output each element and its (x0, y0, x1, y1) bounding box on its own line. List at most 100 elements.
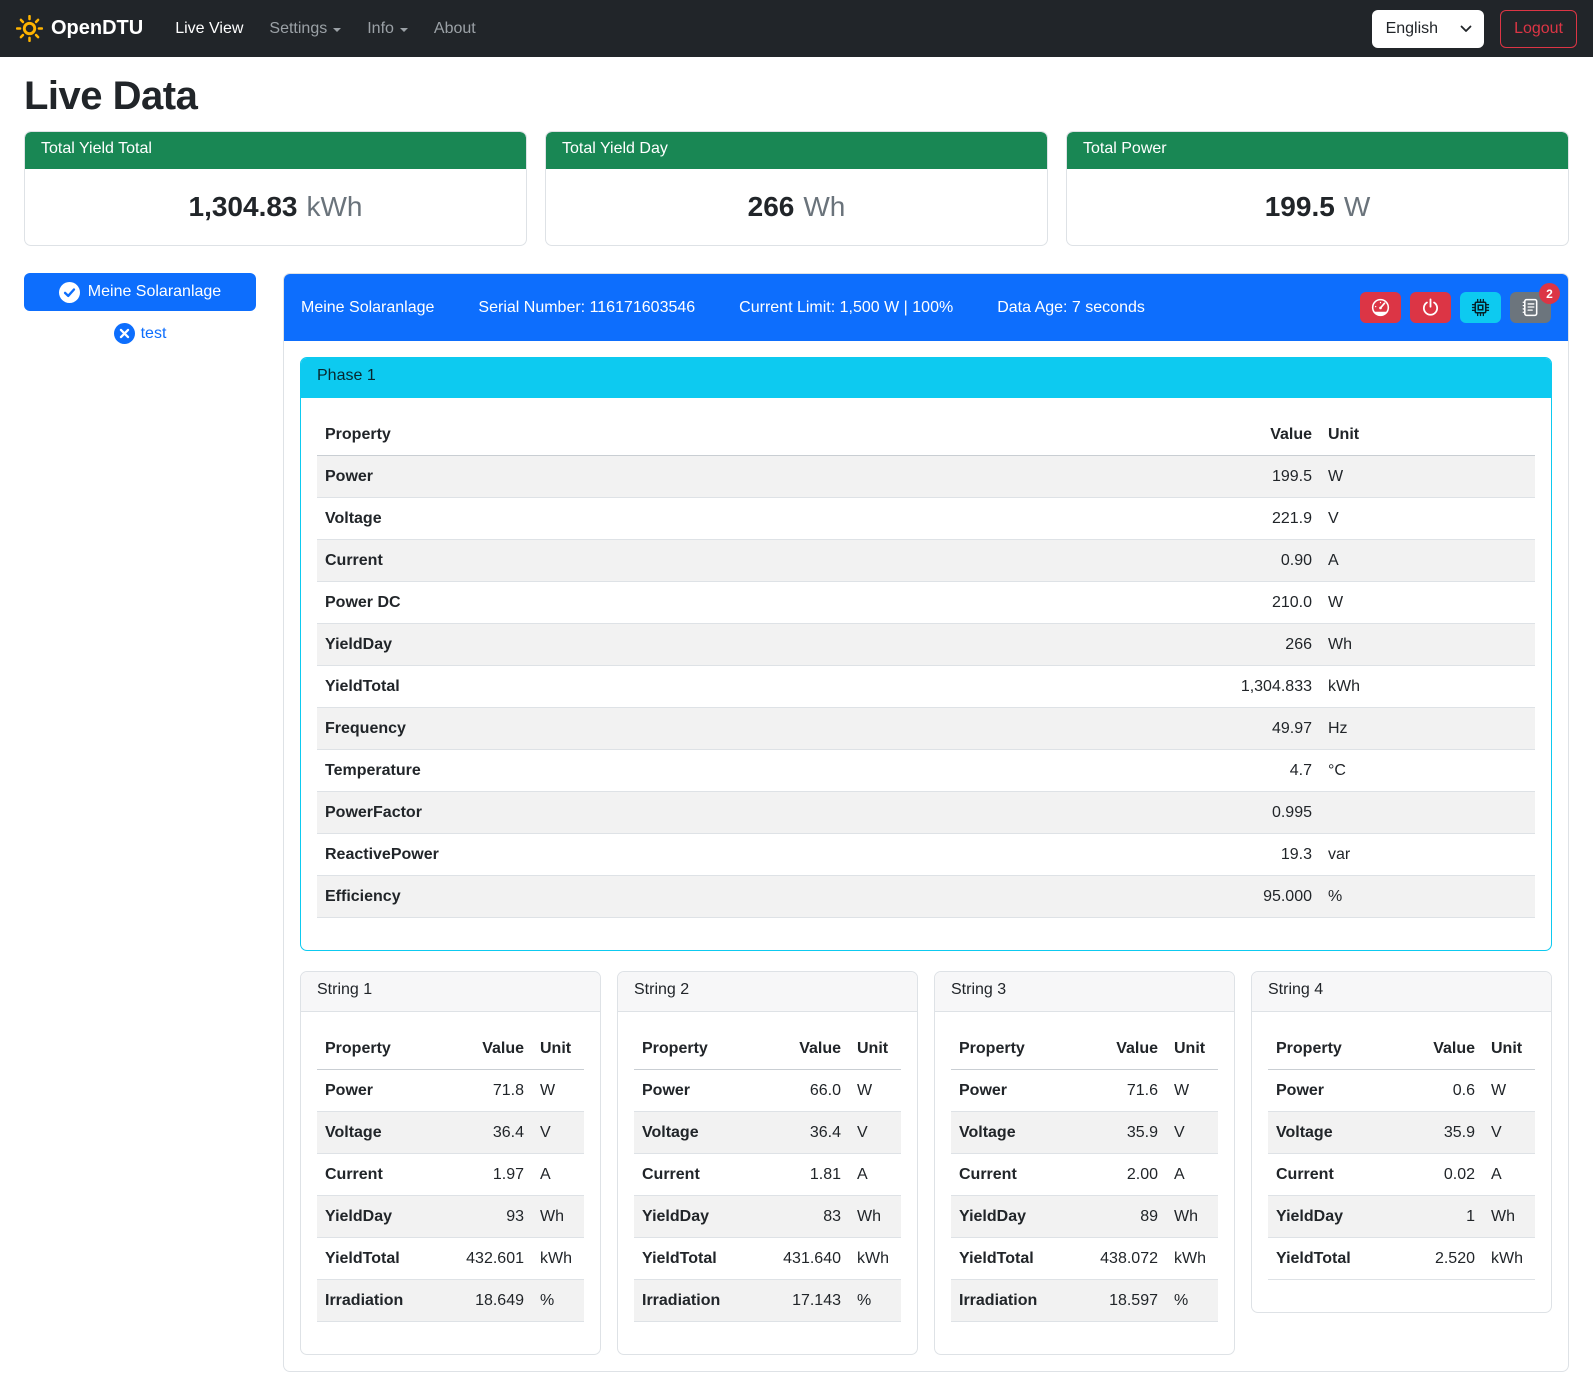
summary-card-title: Total Yield Total (25, 132, 526, 169)
property-cell: Irradiation (317, 1280, 432, 1322)
property-cell: Current (317, 540, 1190, 582)
nav-item-about[interactable]: About (424, 12, 486, 46)
table-row: Current1.97A (317, 1154, 584, 1196)
unit-cell: Wh (849, 1196, 901, 1238)
speedometer-icon (1371, 298, 1390, 317)
unit-cell: kWh (532, 1238, 584, 1280)
table-row: Irradiation18.649% (317, 1280, 584, 1322)
column-header-value: Value (1190, 414, 1320, 456)
string-card-title: String 2 (618, 972, 917, 1012)
value-cell: 0.90 (1190, 540, 1320, 582)
summary-cards-row: Total Yield Total 1,304.83 kWh Total Yie… (24, 131, 1569, 246)
value-cell: 221.9 (1190, 498, 1320, 540)
table-row: YieldDay89Wh (951, 1196, 1218, 1238)
inverter-sidebar: Meine Solaranlage test (24, 273, 256, 344)
event-count-badge: 2 (1539, 283, 1560, 304)
unit-cell: V (1483, 1112, 1535, 1154)
language-select[interactable]: English (1372, 10, 1484, 48)
nav-item-label: Live View (175, 20, 243, 38)
strings-row: String 1 Property Value Unit (300, 971, 1552, 1355)
logout-button[interactable]: Logout (1500, 10, 1577, 48)
value-cell: 2.00 (1066, 1154, 1166, 1196)
string-1-table: Property Value Unit Power71.8WVoltage36.… (317, 1028, 584, 1322)
property-cell: Current (317, 1154, 432, 1196)
column-header-unit: Unit (1166, 1028, 1218, 1070)
table-row: Voltage36.4V (317, 1112, 584, 1154)
value-cell: 0.995 (1190, 792, 1320, 834)
unit-cell: kWh (1483, 1238, 1535, 1280)
caret-down-icon (333, 28, 341, 32)
nav-item-info[interactable]: Info (357, 12, 418, 46)
phase-card-body: Property Value Unit Power199.5WVoltage22… (301, 398, 1551, 950)
table-row: Voltage35.9V (1268, 1112, 1535, 1154)
property-cell: YieldTotal (634, 1238, 749, 1280)
limit-settings-button[interactable] (1360, 292, 1401, 323)
table-row: YieldTotal2.520kWh (1268, 1238, 1535, 1280)
x-circle-icon (114, 323, 135, 344)
string-card-title: String 1 (301, 972, 600, 1012)
string-4-table: Property Value Unit Power0.6WVoltage35.9… (1268, 1028, 1535, 1280)
unit-cell: A (1320, 540, 1535, 582)
property-cell: Voltage (317, 1112, 432, 1154)
value-cell: 0.02 (1383, 1154, 1483, 1196)
summary-card-total-power: Total Power 199.5 W (1066, 131, 1569, 246)
column-header-value: Value (432, 1028, 532, 1070)
summary-card-value: 199.5 (1265, 191, 1335, 223)
unit-cell: % (1166, 1280, 1218, 1322)
table-header-row: Property Value Unit (317, 414, 1535, 456)
property-cell: PowerFactor (317, 792, 1190, 834)
inverter-card-body: Phase 1 Property Value Unit Power199.5WV… (284, 341, 1568, 1371)
value-cell: 35.9 (1383, 1112, 1483, 1154)
phase-1-card: Phase 1 Property Value Unit Power199.5WV… (300, 357, 1552, 951)
unit-cell: A (849, 1154, 901, 1196)
string-2-card: String 2 Property Value Unit (617, 971, 918, 1355)
unit-cell: V (1320, 498, 1535, 540)
table-row: YieldTotal1,304.833kWh (317, 666, 1535, 708)
property-cell: Efficiency (317, 876, 1190, 918)
unit-cell: % (1320, 876, 1535, 918)
column-header-unit: Unit (532, 1028, 584, 1070)
inverter-item-test[interactable]: test (24, 323, 256, 344)
value-cell: 83 (749, 1196, 849, 1238)
unit-cell: W (1166, 1070, 1218, 1112)
language-value: English (1386, 20, 1438, 38)
string-4-card: String 4 Property Value Unit (1251, 971, 1552, 1313)
summary-card-body: 199.5 W (1067, 169, 1568, 245)
column-header-value: Value (1066, 1028, 1166, 1070)
check-circle-icon (59, 282, 80, 303)
property-cell: YieldTotal (317, 1238, 432, 1280)
brand[interactable]: OpenDTU (16, 15, 143, 42)
event-log-button[interactable]: 2 (1510, 292, 1551, 323)
property-cell: Power (1268, 1070, 1383, 1112)
unit-cell: W (849, 1070, 901, 1112)
nav-item-label: Info (367, 20, 394, 38)
page-content: Live Data Total Yield Total 1,304.83 kWh… (0, 74, 1593, 1396)
table-row: Current0.90A (317, 540, 1535, 582)
power-icon (1421, 298, 1440, 317)
table-row: Power66.0W (634, 1070, 901, 1112)
value-cell: 2.520 (1383, 1238, 1483, 1280)
unit-cell: W (532, 1070, 584, 1112)
device-info-button[interactable] (1460, 292, 1501, 323)
unit-cell: A (1166, 1154, 1218, 1196)
unit-cell: kWh (1320, 666, 1535, 708)
property-cell: Current (951, 1154, 1066, 1196)
column-header-unit: Unit (1320, 414, 1535, 456)
property-cell: Power (634, 1070, 749, 1112)
value-cell: 36.4 (749, 1112, 849, 1154)
property-cell: YieldTotal (317, 666, 1190, 708)
nav-item-live-view[interactable]: Live View (165, 12, 253, 46)
property-cell: Irradiation (634, 1280, 749, 1322)
inverter-select-button[interactable]: Meine Solaranlage (24, 273, 256, 311)
table-row: Voltage36.4V (634, 1112, 901, 1154)
property-cell: Current (634, 1154, 749, 1196)
navbar-right: English Logout (1372, 10, 1577, 48)
table-row: YieldDay93Wh (317, 1196, 584, 1238)
unit-cell: Wh (1166, 1196, 1218, 1238)
property-cell: YieldTotal (951, 1238, 1066, 1280)
power-toggle-button[interactable] (1410, 292, 1451, 323)
top-navbar: OpenDTU Live View Settings Info About En… (0, 0, 1593, 57)
nav-item-settings[interactable]: Settings (259, 12, 351, 46)
string-3-table: Property Value Unit Power71.6WVoltage35.… (951, 1028, 1218, 1322)
table-row: Power71.6W (951, 1070, 1218, 1112)
